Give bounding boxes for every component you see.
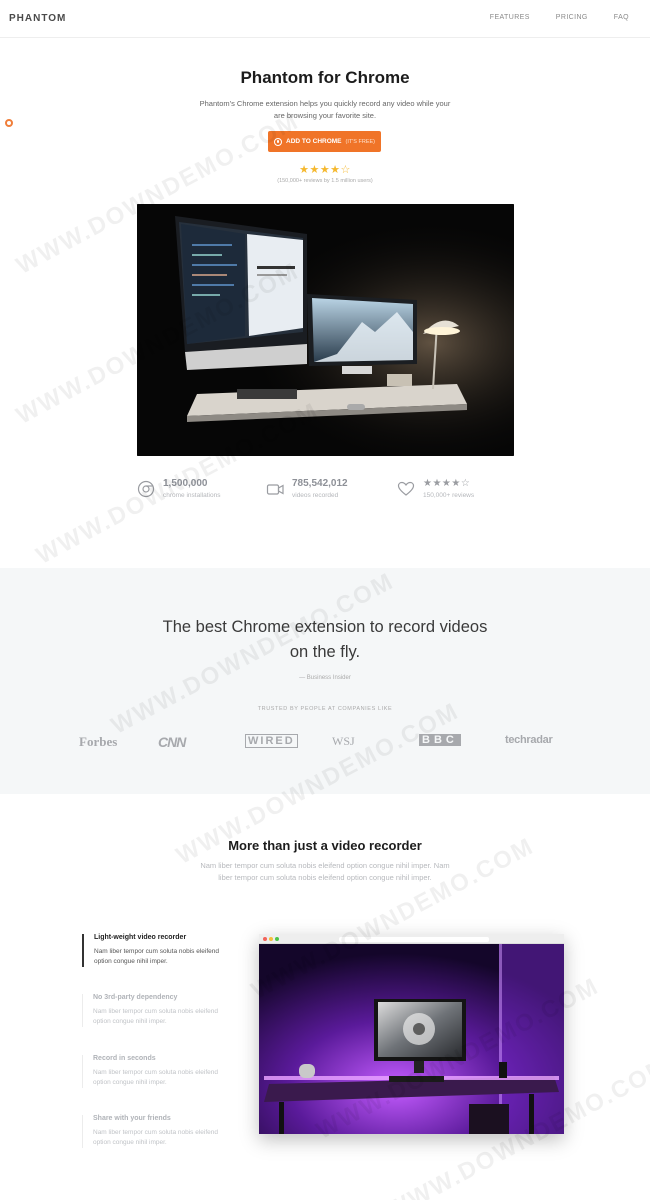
feature-text: Nam liber tempor cum soluta nobis eleife… <box>93 1129 219 1146</box>
browser-preview <box>259 934 564 1134</box>
testimonial-section: The best Chrome extension to record vide… <box>0 568 650 794</box>
minimize-dot-icon <box>269 937 273 941</box>
feature-text: Nam liber tempor cum soluta nobis eleife… <box>93 1069 219 1086</box>
cta-note: (IT'S FREE) <box>345 138 375 145</box>
browser-toolbar <box>259 934 564 944</box>
stat-reviews: ★★★★☆ 150,000+ reviews <box>397 478 474 499</box>
feature-tab-lightweight[interactable]: Light-weight video recorder Nam liber te… <box>82 934 222 967</box>
maximize-dot-icon <box>275 937 279 941</box>
logo-wired: WIRED <box>245 734 298 748</box>
feature-title: Light-weight video recorder <box>94 934 187 941</box>
logo-techradar: techradar <box>505 734 553 746</box>
stat-value: 1,500,000 <box>163 478 208 489</box>
close-dot-icon <box>263 937 267 941</box>
stat-installations: 1,500,000 chrome installations <box>137 478 220 499</box>
purple-desk-photo <box>259 944 564 1134</box>
nav-link-pricing[interactable]: PRICING <box>556 14 588 21</box>
nav-link-faq[interactable]: FAQ <box>614 14 629 21</box>
stat-label: videos recorded <box>292 492 339 499</box>
heart-icon <box>397 481 415 496</box>
address-bar <box>339 936 489 942</box>
stat-videos: 785,542,012 videos recorded <box>266 478 348 499</box>
feature-tab-no-dependency[interactable]: No 3rd-party dependency Nam liber tempor… <box>82 994 222 1027</box>
side-indicator-icon[interactable] <box>5 119 13 127</box>
hero-desk-photo <box>137 204 514 456</box>
rating-note: (150,000+ reviews by 1.5 million users) <box>277 178 373 184</box>
logo-forbes: Forbes <box>79 734 118 749</box>
features-title: More than just a video recorder <box>228 838 422 853</box>
chrome-icon <box>274 137 283 146</box>
brand-logo[interactable]: PHANTOM <box>9 13 66 24</box>
feature-title: Share with your friends <box>93 1115 171 1122</box>
logo-bbc: BBC <box>419 734 461 746</box>
feature-tab-share[interactable]: Share with your friends Nam liber tempor… <box>82 1115 222 1148</box>
feature-title: No 3rd-party dependency <box>93 994 178 1001</box>
rating-stars: ★★★★☆ <box>299 164 351 176</box>
testimonial-quote: The best Chrome extension to record vide… <box>0 615 650 665</box>
review-stars: ★★★★☆ <box>423 478 471 489</box>
nav-links: FEATURES PRICING FAQ <box>490 14 629 21</box>
stat-label: 150,000+ reviews <box>423 492 475 499</box>
feature-title: Record in seconds <box>93 1055 156 1062</box>
add-to-chrome-button[interactable]: ADD TO CHROME (IT'S FREE) <box>268 131 381 152</box>
feature-text: Nam liber tempor cum soluta nobis eleife… <box>94 948 220 965</box>
top-navbar: PHANTOM FEATURES PRICING FAQ <box>0 0 650 38</box>
features-description: Nam liber tempor cum soluta nobis eleife… <box>200 861 450 882</box>
quote-line-1: The best Chrome extension to record vide… <box>162 618 488 636</box>
hero-title: Phantom for Chrome <box>240 68 410 87</box>
logo-wsj: WSJ <box>332 734 355 748</box>
chrome-icon <box>137 480 155 498</box>
quote-line-2: on the fly. <box>289 643 361 661</box>
desk-setup-illustration <box>137 204 514 456</box>
trusted-by-label: TRUSTED BY PEOPLE AT COMPANIES LIKE <box>257 706 393 712</box>
hero-description: Phantom's Chrome extension helps you qui… <box>199 99 451 120</box>
logo-cnn: CNN <box>158 734 186 750</box>
feature-tab-record-seconds[interactable]: Record in seconds Nam liber tempor cum s… <box>82 1055 222 1088</box>
stat-value: 785,542,012 <box>292 478 348 489</box>
cta-label: ADD TO CHROME <box>286 138 342 145</box>
stat-label: chrome installations <box>163 492 221 499</box>
nav-link-features[interactable]: FEATURES <box>490 14 530 21</box>
quote-source: — Business Insider <box>299 675 351 681</box>
video-camera-icon <box>266 484 284 495</box>
feature-text: Nam liber tempor cum soluta nobis eleife… <box>93 1008 219 1025</box>
